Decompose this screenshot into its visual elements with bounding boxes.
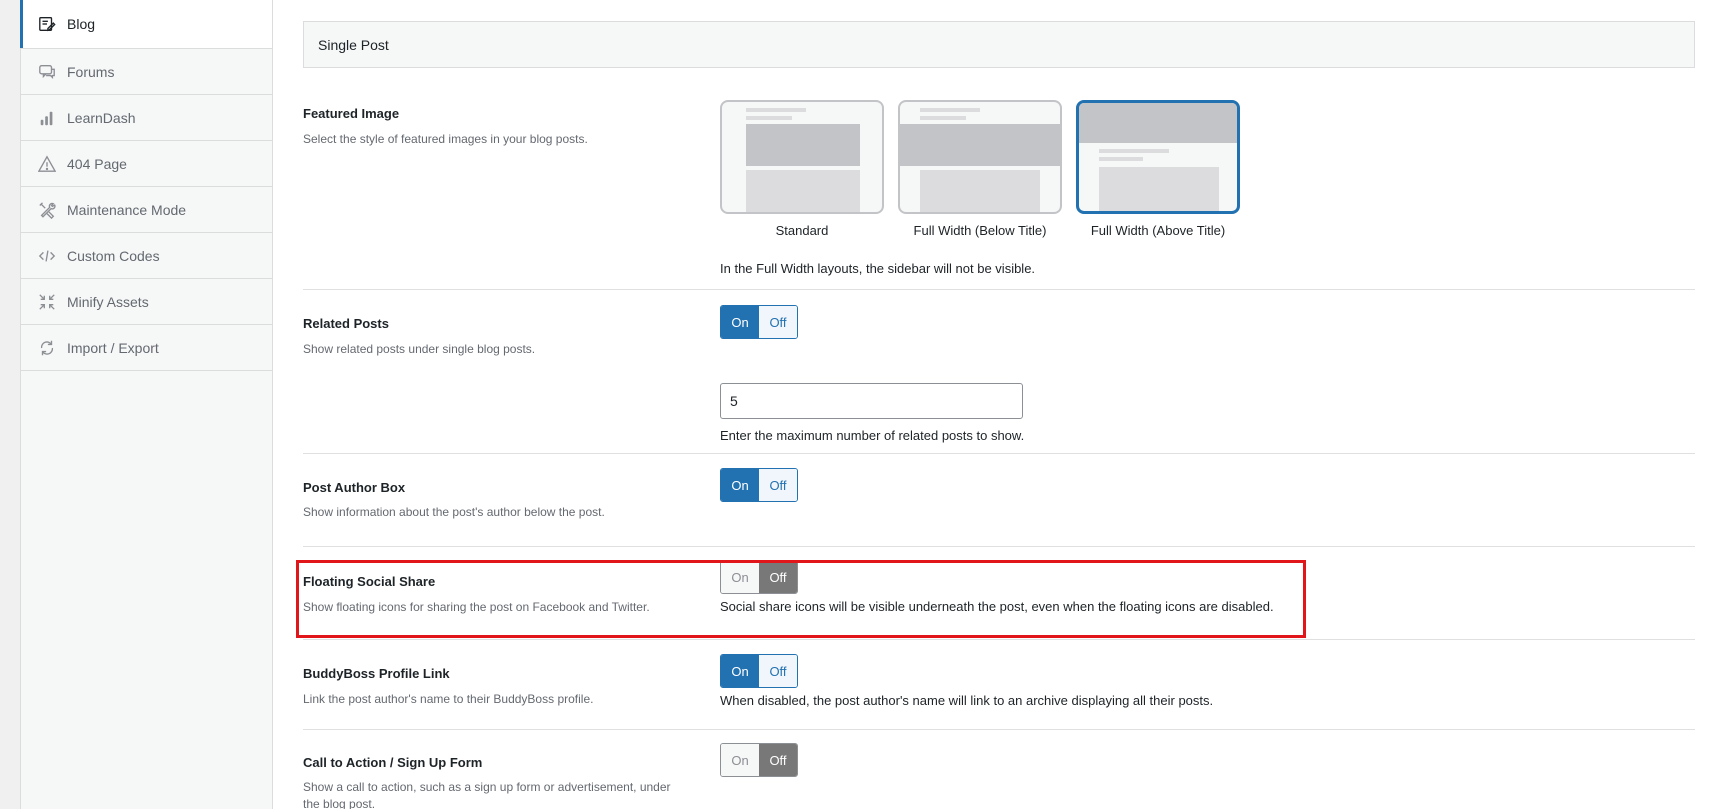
sync-icon (37, 338, 57, 358)
toggle-on[interactable]: On (721, 469, 759, 501)
section-header: Single Post (303, 21, 1695, 68)
sidebar-item-maintenance[interactable]: Maintenance Mode (21, 187, 272, 233)
profile-link-note: When disabled, the post author's name wi… (720, 693, 1214, 708)
sidebar-item-minify[interactable]: Minify Assets (21, 279, 272, 325)
toggle-off[interactable]: Off (759, 469, 797, 501)
chat-icon (37, 62, 57, 82)
setting-desc: Show related posts under single blog pos… (303, 342, 536, 356)
edit-icon (37, 14, 57, 34)
setting-row-cta: Call to Action / Sign Up Form Show a cal… (303, 730, 1695, 809)
sidebar-item-blog[interactable]: Blog (20, 0, 272, 49)
code-icon (37, 246, 57, 266)
toggle-on[interactable]: On (721, 744, 759, 776)
warning-icon (37, 154, 57, 174)
setting-desc: Show information about the post's author… (303, 505, 605, 519)
chart-icon (37, 108, 57, 128)
setting-title: Call to Action / Sign Up Form (303, 755, 483, 770)
setting-title: Featured Image (303, 106, 400, 121)
toggle-off[interactable]: Off (759, 655, 797, 687)
tools-icon (37, 200, 57, 220)
toggle-on[interactable]: On (721, 306, 759, 338)
left-gutter (0, 0, 20, 809)
compress-icon (37, 292, 57, 312)
setting-title: BuddyBoss Profile Link (303, 666, 450, 681)
toggle-off[interactable]: Off (759, 306, 797, 338)
setting-row-featured-image: Featured Image Select the style of featu… (303, 90, 1695, 290)
featured-option-label: Full Width (Above Title) (1090, 223, 1226, 238)
featured-image-note: In the Full Width layouts, the sidebar w… (720, 261, 1036, 276)
sidebar-item-label: Import / Export (67, 339, 159, 356)
sidebar-item-label: Custom Codes (67, 247, 160, 264)
setting-row-related-posts: Related Posts Show related posts under s… (303, 290, 1695, 454)
related-posts-toggle[interactable]: On Off (720, 305, 798, 339)
related-posts-count-input[interactable] (720, 383, 1023, 419)
toggle-on[interactable]: On (721, 655, 759, 687)
setting-desc: Select the style of featured images in y… (303, 132, 588, 146)
author-box-toggle[interactable]: On Off (720, 468, 798, 502)
sidebar-item-learndash[interactable]: LearnDash (21, 95, 272, 141)
featured-option-full-below[interactable] (898, 100, 1062, 214)
featured-option-label: Full Width (Below Title) (913, 223, 1047, 238)
setting-row-author-box: Post Author Box Show information about t… (303, 454, 1695, 547)
toggle-off[interactable]: Off (759, 744, 797, 776)
settings-main: Single Post Featured Image Select the st… (273, 0, 1712, 809)
setting-desc: Link the post author's name to their Bud… (303, 692, 594, 706)
setting-desc: Show a call to action, such as a sign up… (303, 780, 671, 809)
setting-title: Post Author Box (303, 480, 406, 495)
sidebar-item-import-export[interactable]: Import / Export (21, 325, 272, 371)
related-posts-count-note: Enter the maximum number of related post… (720, 428, 1025, 443)
sidebar-item-label: Blog (67, 16, 96, 32)
sidebar-item-label: Forums (67, 63, 115, 80)
sidebar-item-label: 404 Page (67, 155, 127, 172)
settings-sidebar: Blog Forums LearnDash 404 Page Maintenan… (20, 0, 273, 809)
sidebar-item-custom-codes[interactable]: Custom Codes (21, 233, 272, 279)
featured-option-standard[interactable] (720, 100, 884, 214)
sidebar-item-label: LearnDash (67, 109, 136, 126)
cta-toggle[interactable]: On Off (720, 743, 798, 777)
sidebar-item-label: Minify Assets (67, 293, 149, 310)
setting-title: Related Posts (303, 316, 389, 331)
sidebar-item-404[interactable]: 404 Page (21, 141, 272, 187)
featured-option-full-above[interactable] (1076, 100, 1240, 214)
featured-option-label: Standard (775, 223, 829, 238)
sidebar-item-forums[interactable]: Forums (21, 49, 272, 95)
profile-link-toggle[interactable]: On Off (720, 654, 798, 688)
sidebar-item-label: Maintenance Mode (67, 201, 187, 218)
highlight-box (296, 560, 1306, 638)
setting-row-profile-link: BuddyBoss Profile Link Link the post aut… (303, 640, 1695, 730)
